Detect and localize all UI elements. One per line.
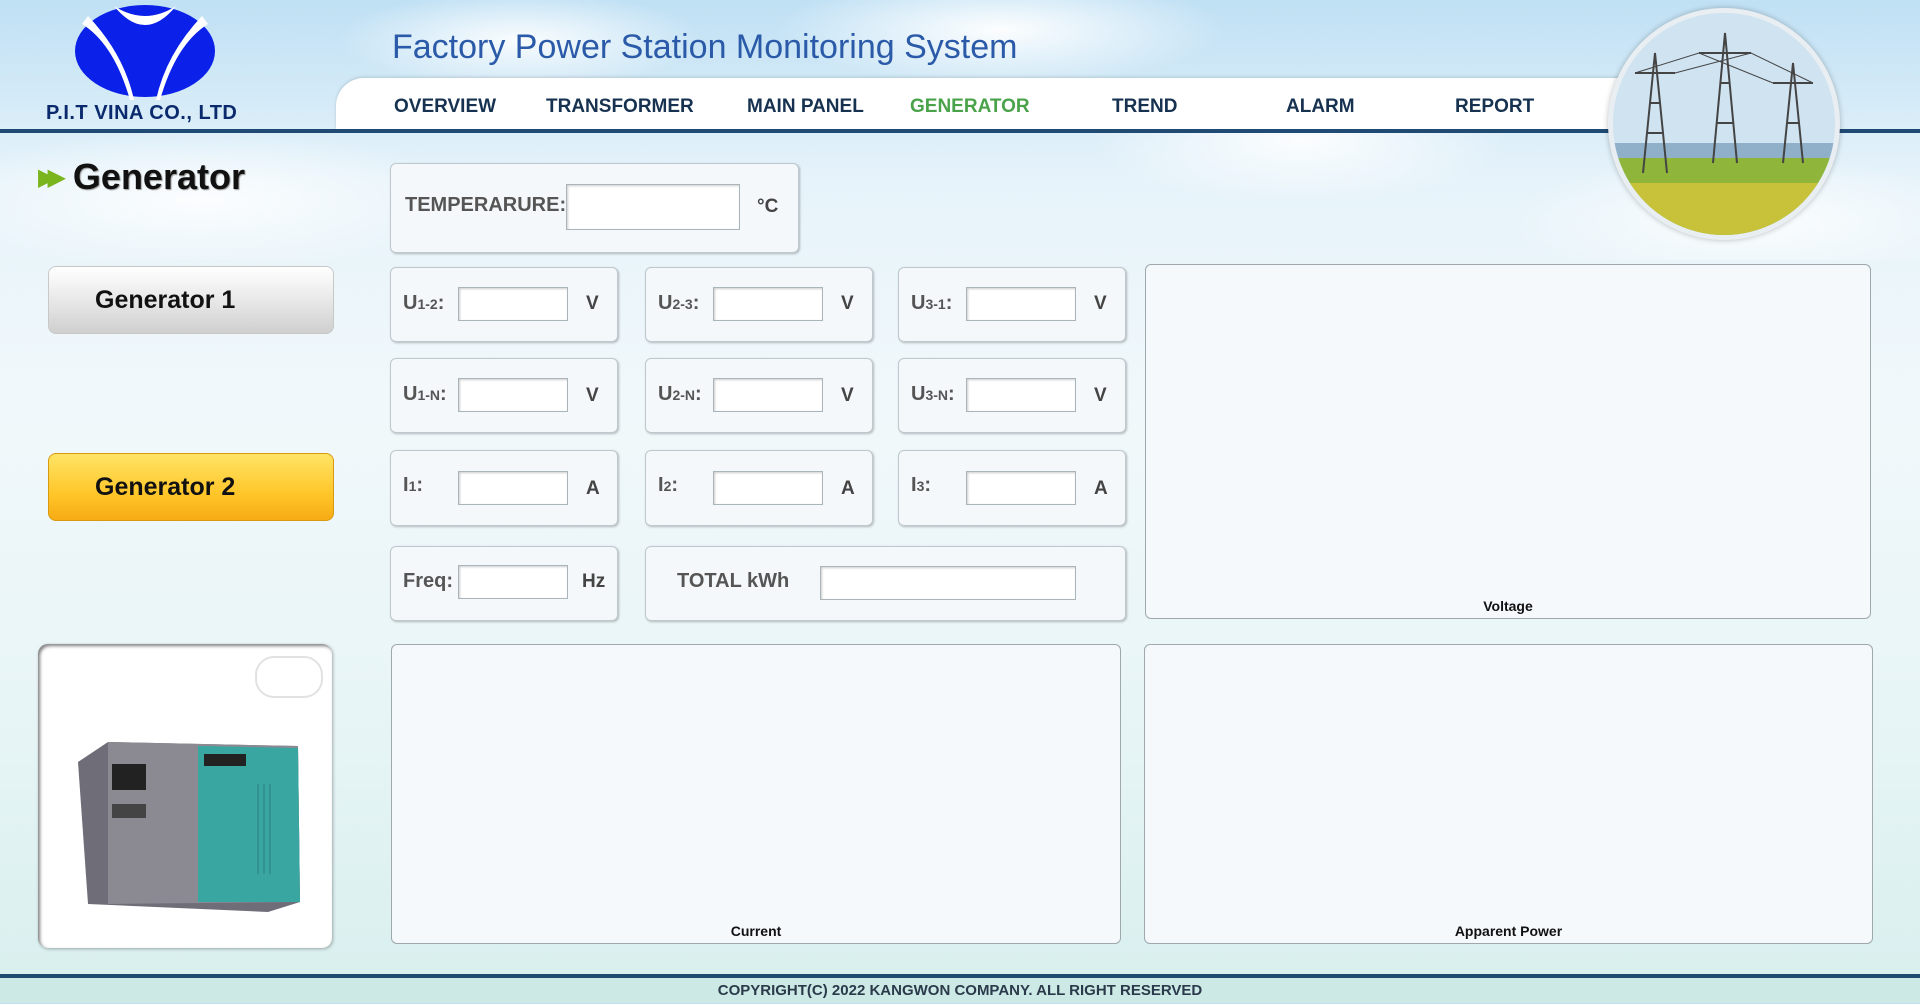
footer-copyright: COPYRIGHT(C) 2022 KANGWON COMPANY. ALL R…	[0, 978, 1920, 1003]
app-title: Factory Power Station Monitoring System	[392, 28, 1018, 66]
nav-alarm[interactable]: ALARM	[1286, 96, 1355, 118]
u2n-unit: V	[841, 385, 854, 406]
current-chart: Current	[391, 644, 1121, 944]
i2-label: I2:	[658, 474, 679, 496]
i3-unit: A	[1094, 478, 1108, 499]
u12-field	[458, 287, 568, 321]
u1n-field	[458, 378, 568, 412]
u23-unit: V	[841, 293, 854, 314]
nav-report[interactable]: REPORT	[1455, 96, 1534, 118]
total-kwh-label: TOTAL kWh	[677, 570, 790, 592]
total-kwh-field	[820, 566, 1076, 600]
apparent-power-chart-label: Apparent Power	[1454, 923, 1563, 939]
voltage-chart: Voltage	[1145, 264, 1871, 619]
nav-main-panel[interactable]: MAIN PANEL	[747, 96, 864, 118]
u3n-label: U3-N:	[911, 383, 955, 405]
double-arrow-icon: ▶▶	[38, 163, 66, 191]
u12-label: U1-2:	[403, 292, 445, 314]
current-chart-label: Current	[730, 923, 782, 939]
nav-overview[interactable]: OVERVIEW	[394, 96, 496, 118]
toggle-switch[interactable]	[255, 656, 323, 698]
generator-2-button[interactable]: Generator 2	[48, 453, 334, 521]
u2n-label: U2-N:	[658, 383, 702, 405]
apparent-power-chart: Apparent Power	[1144, 644, 1873, 944]
u23-field	[713, 287, 823, 321]
freq-unit: Hz	[582, 571, 606, 592]
i2-unit: A	[841, 478, 855, 499]
freq-field	[458, 565, 568, 599]
freq-label: Freq:	[403, 570, 453, 592]
nav-trend[interactable]: TREND	[1112, 96, 1177, 118]
u31-unit: V	[1094, 293, 1107, 314]
company-name: P.I.T VINA CO., LTD	[46, 102, 238, 124]
u3n-unit: V	[1094, 385, 1107, 406]
u1n-label: U1-N:	[403, 383, 447, 405]
u31-label: U3-1:	[911, 292, 953, 314]
i3-label: I3:	[911, 474, 932, 496]
nav-transformer[interactable]: TRANSFORMER	[546, 96, 694, 118]
company-logo	[75, 5, 215, 100]
temperature-unit: °C	[757, 196, 779, 217]
u3n-field	[966, 378, 1076, 412]
u23-label: U2-3:	[658, 292, 700, 314]
i1-label: I1:	[403, 474, 424, 496]
voltage-chart-label: Voltage	[1483, 598, 1533, 614]
section-title: ▶▶ Generator	[38, 156, 245, 197]
u12-unit: V	[586, 293, 599, 314]
i1-unit: A	[586, 478, 600, 499]
generator-1-button[interactable]: Generator 1	[48, 266, 334, 334]
temperature-label: TEMPERARURE:	[405, 194, 567, 216]
nav-generator[interactable]: GENERATOR	[910, 96, 1030, 118]
temperature-field	[566, 184, 740, 230]
i2-field	[713, 471, 823, 505]
u31-field	[966, 287, 1076, 321]
i3-field	[966, 471, 1076, 505]
u1n-unit: V	[586, 385, 599, 406]
power-tower-image	[1608, 8, 1840, 240]
u2n-field	[713, 378, 823, 412]
i1-field	[458, 471, 568, 505]
